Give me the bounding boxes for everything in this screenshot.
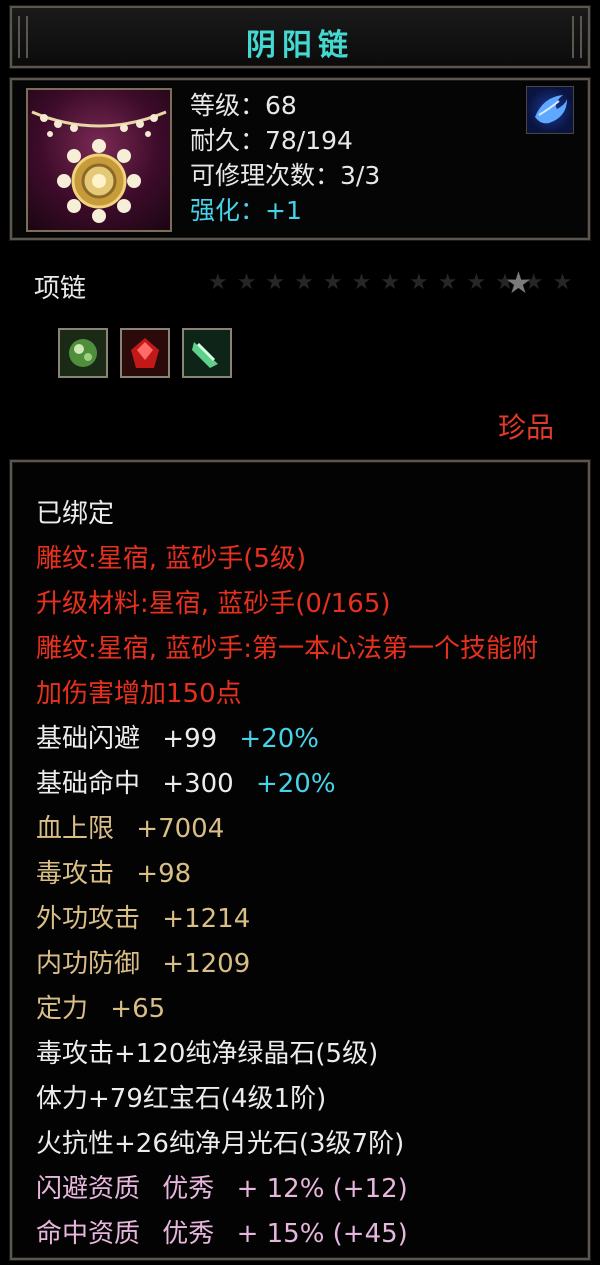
stat-value: +99 [162, 724, 218, 754]
star-icon: ★ [505, 266, 532, 301]
quality-name: 命中资质 [36, 1219, 141, 1249]
gem-line: 体力+79红宝石(4级1阶) [36, 1084, 327, 1114]
item-details-panel: 已绑定 雕纹:星宿, 蓝砂手(5级) 升级材料:星宿, 蓝砂手(0/165) 雕… [10, 460, 590, 1260]
quality-name: 闪避资质 [36, 1174, 141, 1204]
rarity-label: 珍品 [497, 411, 554, 444]
attr-name: 内功防御 [36, 949, 141, 979]
durability-label: 耐久：78/194 [190, 126, 353, 155]
attr-name: 血上限 [36, 814, 115, 844]
attr-value: +7004 [136, 814, 225, 844]
quality-row: 命中资质 优秀 + 15% (+45) [36, 1212, 562, 1257]
base-stat-hit: 基础命中 +300 +20% [36, 762, 562, 807]
attr-name: 定力 [36, 994, 89, 1024]
green-crystal-gem-icon[interactable] [58, 328, 108, 378]
base-stat-dodge: 基础闪避 +99 +20% [36, 717, 562, 762]
item-category: 项链 [34, 274, 87, 304]
quality-grade: 优秀 [162, 1219, 215, 1249]
gem-line: 火抗性+26纯净月光石(3级7阶) [36, 1129, 405, 1159]
stat-value: +300 [162, 769, 234, 799]
necklace-icon [26, 88, 172, 232]
stat-name: 基础闪避 [36, 724, 141, 754]
red-ruby-gem-icon[interactable] [120, 328, 170, 378]
engrave-effect-line: 雕纹:星宿, 蓝砂手:第一本心法第一个技能附加伤害增加150点 [36, 634, 539, 709]
quality-value: + 12% (+12) [236, 1174, 408, 1204]
item-type-section: 项链 ★ ★ ★ ★ ★ ★ ★ ★ ★ ★ ★ ★ ★ ★ 珍品 [0, 248, 600, 448]
gem-line: 毒攻击+120纯净绿晶石(5级) [36, 1039, 379, 1069]
attr-value: +98 [136, 859, 192, 889]
attr-row: 定力 +65 [36, 987, 562, 1032]
attr-name: 外功攻击 [36, 904, 141, 934]
title-bar: 阴阳链 [10, 6, 590, 68]
quality-grade: 优秀 [162, 1174, 215, 1204]
upgrade-material-line: 升级材料:星宿, 蓝砂手(0/165) [36, 589, 391, 619]
stat-bonus: +20% [239, 724, 319, 754]
quality-value: + 15% (+45) [236, 1219, 408, 1249]
blue-phoenix-school-icon [526, 86, 574, 134]
repair-count-label: 可修理次数：3/3 [190, 161, 381, 190]
item-stats: 等级：68 耐久：78/194 可修理次数：3/3 强化：+1 [190, 88, 380, 228]
item-name: 阴阳链 [246, 28, 354, 63]
attr-row: 毒攻击 +98 [36, 852, 562, 897]
attr-row: 外功攻击 +1214 [36, 897, 562, 942]
attr-value: +65 [110, 994, 166, 1024]
attr-row: 血上限 +7004 [36, 807, 562, 852]
stat-bonus: +20% [255, 769, 336, 799]
attr-row: 内功防御 +1209 [36, 942, 562, 987]
green-moonstone-gem-icon[interactable] [182, 328, 232, 378]
strength-label: 强化：+1 [190, 196, 302, 225]
attr-value: +1209 [162, 949, 251, 979]
quality-row: 闪避资质 优秀 + 12% (+12) [36, 1167, 562, 1212]
stat-name: 基础命中 [36, 769, 141, 799]
attr-name: 毒攻击 [36, 859, 115, 889]
bound-status: 已绑定 [36, 499, 115, 529]
attr-value: +1214 [162, 904, 251, 934]
level-label: 等级：68 [190, 91, 297, 120]
engrave-line: 雕纹:星宿, 蓝砂手(5级) [36, 544, 307, 574]
item-summary-panel: 等级：68 耐久：78/194 可修理次数：3/3 强化：+1 [10, 78, 590, 240]
